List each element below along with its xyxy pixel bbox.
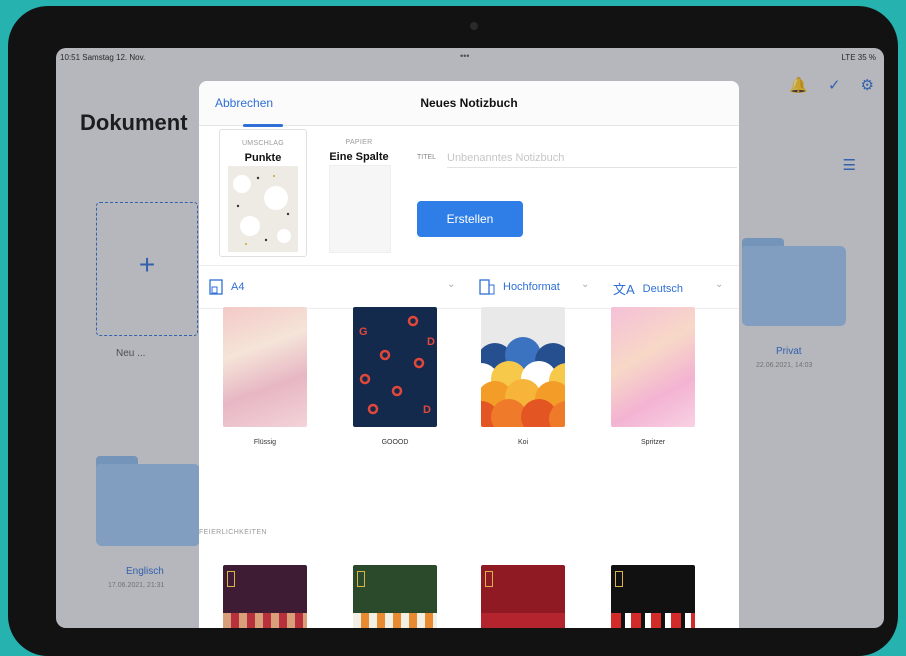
translate-icon: 文A — [613, 282, 635, 297]
sheet-title: Neues Notizbuch — [420, 96, 518, 110]
cover-festive-4[interactable] — [611, 565, 695, 628]
cover-thumbnail — [228, 166, 298, 252]
create-button[interactable]: Erstellen — [417, 201, 523, 237]
chevron-down-icon[interactable]: ⌄ — [447, 279, 455, 290]
svg-text:G: G — [359, 326, 368, 338]
cover-name: Flüssig — [253, 439, 277, 446]
cover-festive-2[interactable] — [353, 565, 437, 628]
cover-label: UMSCHLAG — [241, 140, 285, 147]
cover-koi[interactable] — [481, 307, 565, 427]
camera — [470, 22, 478, 30]
cover-selector[interactable]: UMSCHLAG Punkte — [219, 129, 307, 257]
svg-text:D: D — [423, 404, 431, 416]
language-value: Deutsch — [642, 282, 684, 295]
cover-festive-3[interactable] — [481, 565, 565, 628]
orientation-option[interactable]: Hochformat — [479, 279, 560, 295]
options-row: A4 ⌄ Hochformat ⌄ 文A Deutsch ⌄ — [199, 265, 739, 309]
chevron-down-icon[interactable]: ⌄ — [715, 279, 723, 290]
cover-festive-1[interactable] — [223, 565, 307, 628]
cover-name: Koi — [517, 439, 529, 446]
selection-indicator — [243, 124, 283, 127]
cover-value: Punkte — [244, 152, 282, 164]
screen: 10:51 Samstag 12. Nov. ••• LTE 35 % Doku… — [56, 48, 884, 628]
cover-name: Spritzer — [640, 439, 666, 446]
cover-fluid[interactable] — [223, 307, 307, 427]
size-option[interactable]: A4 — [209, 279, 244, 295]
new-notebook-sheet: Abbrechen Neues Notizbuch UMSCHLAG Punkt… — [199, 81, 739, 628]
paper-selector[interactable]: PAPIER Eine Spalte — [325, 129, 393, 255]
cover-goood[interactable]: G D D — [353, 307, 437, 427]
ipad-frame: 10:51 Samstag 12. Nov. ••• LTE 35 % Doku… — [8, 6, 898, 656]
orientation-icon — [479, 279, 495, 295]
chevron-down-icon[interactable]: ⌄ — [581, 279, 589, 290]
cover-name: GOOOD — [381, 439, 409, 446]
paper-label: PAPIER — [345, 139, 373, 146]
title-input[interactable] — [447, 149, 737, 168]
page-size-icon — [209, 279, 223, 295]
cover-splash[interactable] — [611, 307, 695, 427]
paper-value: Eine Spalte — [329, 151, 389, 163]
orientation-value: Hochformat — [503, 281, 560, 293]
title-label: TITEL — [417, 154, 437, 161]
svg-text:D: D — [427, 336, 435, 348]
size-value: A4 — [231, 281, 245, 293]
paper-thumbnail — [329, 165, 391, 253]
section-label-festive: FEIERLICHKEITEN — [199, 529, 267, 536]
language-option[interactable]: 文A Deutsch — [613, 279, 683, 298]
sheet-header: Abbrechen Neues Notizbuch — [199, 81, 739, 126]
